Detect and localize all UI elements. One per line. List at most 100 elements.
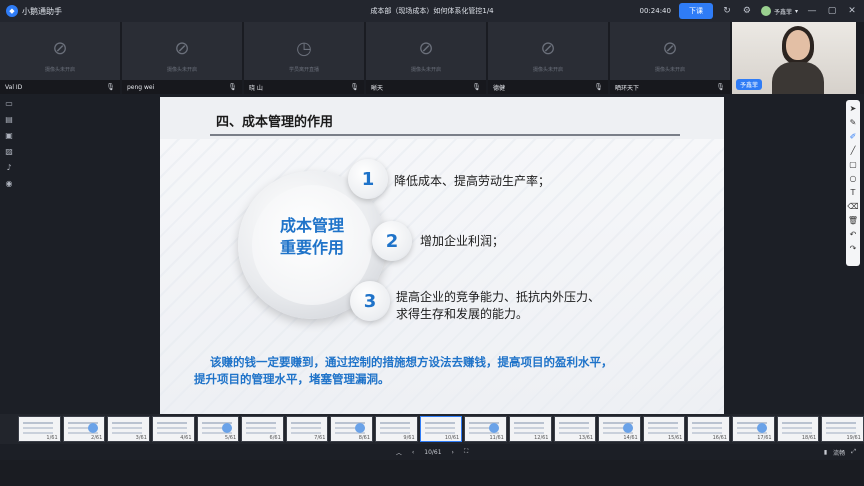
page-indicator: 10/61: [424, 448, 442, 456]
clock-icon: ◷: [296, 38, 312, 59]
camera-off-icon: ⊘: [52, 38, 68, 59]
mic-icon: 🎙: [472, 83, 481, 91]
line-icon[interactable]: ╱: [851, 146, 856, 156]
camera-off-icon: ⊘: [662, 38, 678, 59]
thumbnail-page-number: 6/61: [269, 435, 281, 441]
slide-thumbnail[interactable]: 15/61: [642, 416, 686, 442]
refresh-icon[interactable]: ↻: [721, 6, 733, 16]
video-tile[interactable]: ⊘ 摄像头未开启 德健 🎙: [488, 22, 608, 94]
participant-name: peng wei: [127, 83, 155, 91]
video-tile[interactable]: ⊘ 摄像头未开启 晰天 🎙: [366, 22, 486, 94]
title-bar: ◆ 小鹅通助手 成本部（现场成本）如何体系化管控1/4 00:24:40 下课 …: [0, 0, 864, 22]
thumbnail-page-number: 17/61: [757, 435, 772, 441]
mic-icon: 🎙: [716, 83, 725, 91]
slide-thumbnail[interactable]: 2/61: [62, 416, 106, 442]
mic-icon: 🎙: [350, 83, 359, 91]
thumbnail-page-number: 14/61: [623, 435, 638, 441]
user-name: 予鑫菲: [773, 8, 792, 16]
thumbnail-page-number: 16/61: [712, 435, 727, 441]
slide-thumbnail[interactable]: 19/61: [821, 416, 864, 442]
chevron-down-icon: ▾: [794, 7, 798, 15]
participant-name: 晒环天下: [615, 84, 640, 92]
close-icon[interactable]: ✕: [846, 6, 858, 16]
slide-thumbnail[interactable]: 3/61: [107, 416, 150, 442]
highlighter-icon[interactable]: ✐: [850, 132, 857, 142]
maximize-icon[interactable]: ▢: [826, 6, 838, 16]
minimize-icon[interactable]: —: [806, 6, 818, 16]
circle-label-line2: 重要作用: [279, 238, 344, 257]
participant-name: 德健: [493, 84, 506, 92]
image-icon[interactable]: ▨: [5, 148, 13, 156]
screen-share-icon[interactable]: ▣: [5, 132, 13, 140]
chat-icon[interactable]: ▭: [5, 100, 13, 108]
chevron-up-icon[interactable]: ︿: [396, 448, 402, 457]
undo-icon[interactable]: ↶: [850, 230, 857, 240]
slide-thumbnail[interactable]: 14/61: [598, 416, 641, 442]
thumbnail-page-number: 11/61: [489, 435, 504, 441]
participant-name: 晓 山: [249, 84, 263, 92]
cursor-icon[interactable]: ➤: [850, 104, 857, 114]
thumbnail-page-number: 7/61: [314, 435, 326, 441]
slide-thumbnail[interactable]: 4/61: [151, 416, 195, 442]
gear-icon[interactable]: ⚙: [741, 6, 753, 16]
slide-thumbnail[interactable]: 8/61: [330, 416, 373, 442]
thumbnail-page-number: 8/61: [358, 435, 370, 441]
trash-icon[interactable]: 🗑: [848, 216, 858, 226]
slide-thumbnail[interactable]: 9/61: [375, 416, 418, 442]
slide-thumbnail[interactable]: 17/61: [732, 416, 775, 442]
person-face: [786, 30, 810, 60]
mic-icon: 🎙: [594, 83, 603, 91]
rectangle-icon[interactable]: ▢: [849, 160, 857, 170]
point-number-2: 2: [372, 221, 412, 261]
annotation-toolbar: ➤ ✎ ✐ ╱ ▢ ○ T ⌫ 🗑 ↶ ↷: [846, 100, 860, 266]
slide-thumbnail[interactable]: 7/61: [285, 416, 329, 442]
pen-icon[interactable]: ✎: [850, 118, 857, 128]
participant-name: 晰天: [371, 84, 384, 92]
expand-icon[interactable]: ⤢: [851, 448, 856, 456]
eraser-icon[interactable]: ⌫: [847, 202, 858, 212]
video-tile[interactable]: ⊘ 摄像头未开启 peng wei 🎙: [122, 22, 242, 94]
thumbnail-page-number: 18/61: [801, 435, 817, 441]
thumbnail-page-number: 5/61: [224, 435, 237, 441]
point-text-3-line1: 提高企业的竞争能力、抵抗内外压力、: [396, 290, 601, 304]
slide-thumbnail[interactable]: 1/61: [18, 416, 61, 442]
text-icon[interactable]: T: [851, 188, 856, 198]
palette-icon[interactable]: ◉: [6, 180, 13, 188]
document-icon[interactable]: ▤: [5, 116, 13, 124]
video-tile[interactable]: ⊘ 摄像头未开启 Val ID 🎙: [0, 22, 120, 94]
end-class-button[interactable]: 下课: [678, 3, 713, 19]
slide-thumbnail[interactable]: 13/61: [553, 416, 597, 442]
participant-name: Val ID: [5, 83, 23, 91]
camera-status: 摄像头未开启: [410, 67, 441, 73]
slide-navigation-bar: ︿ ‹ 10/61 › ⛶ ▮ 流畅 ⤢: [0, 444, 864, 460]
slide-thumbnail[interactable]: 16/61: [687, 416, 730, 442]
slide-thumbnail[interactable]: 5/61: [196, 416, 240, 442]
user-menu[interactable]: 予鑫菲 ▾: [760, 6, 798, 16]
slide-thumbnail[interactable]: 6/61: [241, 416, 284, 442]
thumbnail-page-number: 2/61: [91, 435, 103, 441]
central-circle-label: 成本管理 重要作用: [252, 215, 372, 259]
point-number-1: 1: [348, 159, 388, 199]
slide-thumbnail[interactable]: 18/61: [776, 416, 820, 442]
fullscreen-icon[interactable]: ⛶: [464, 448, 468, 456]
quality-label[interactable]: 流畅: [833, 448, 845, 457]
heading-divider: [210, 134, 680, 136]
slide-thumbnail[interactable]: 11/61: [464, 416, 507, 442]
app-name: 小鹅通助手: [22, 6, 62, 16]
prev-page-button[interactable]: ‹: [412, 449, 414, 456]
point-text-2: 增加企业利润；: [420, 234, 505, 248]
next-page-button[interactable]: ›: [452, 449, 454, 456]
video-tile[interactable]: ⊘ 摄像头未开启 晒环天下 🎙: [610, 22, 730, 94]
app-window: ◆ 小鹅通助手 成本部（现场成本）如何体系化管控1/4 00:24:40 下课 …: [0, 0, 864, 486]
slide-thumbnail[interactable]: 12/61: [508, 416, 552, 442]
session-timer: 00:24:40: [639, 7, 671, 15]
thumbnail-page-number: 4/61: [180, 435, 192, 441]
redo-icon[interactable]: ↷: [850, 244, 857, 254]
video-tile[interactable]: ◷ 学员离开直播 晓 山 🎙: [244, 22, 364, 94]
microphone-icon[interactable]: ♪: [6, 164, 11, 172]
teacher-video-tile[interactable]: 予鑫菲: [732, 22, 856, 94]
camera-status: 摄像头未开启: [532, 67, 563, 73]
slide-thumbnail[interactable]: 10/61: [419, 416, 463, 442]
circle-icon[interactable]: ○: [850, 174, 857, 184]
app-logo-icon: ◆: [6, 5, 18, 17]
